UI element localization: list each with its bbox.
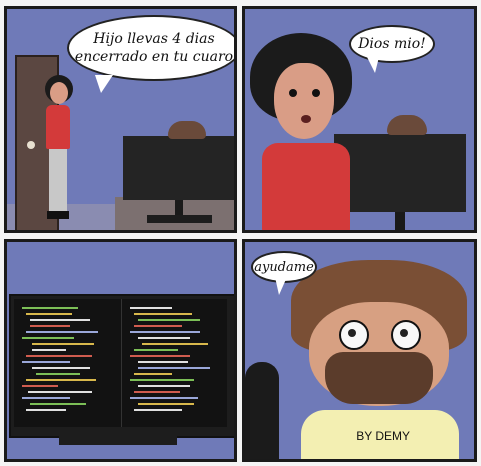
code-line (138, 385, 190, 387)
monitor-stand (175, 200, 183, 215)
mother-eye-left (289, 89, 297, 97)
code-line (26, 379, 96, 381)
son-hair-peek (387, 115, 427, 135)
code-line (22, 397, 70, 399)
code-line (130, 331, 200, 333)
code-line (134, 409, 182, 411)
door-handle (27, 141, 35, 149)
code-line (32, 343, 94, 345)
code-editor-screen (14, 299, 227, 427)
panel-1: Hijo llevas 4 dias encerrado en tu cuaro (4, 6, 237, 233)
code-line (138, 361, 188, 363)
mother-shirt (262, 143, 350, 230)
code-line (134, 349, 178, 351)
code-line (28, 391, 92, 393)
code-line (134, 325, 182, 327)
mother-face (274, 63, 334, 139)
comic-page: Hijo llevas 4 dias encerrado en tu cuaro… (0, 0, 481, 466)
speech-bubble-4-tail (275, 277, 287, 295)
code-line (130, 355, 190, 357)
code-line (130, 307, 172, 309)
keyboard (147, 215, 212, 223)
mother-mouth (301, 115, 311, 123)
mother (41, 75, 77, 225)
code-line (22, 361, 70, 363)
mother-face (50, 82, 68, 104)
code-line (134, 391, 180, 393)
speech-bubble-1-tail (95, 75, 113, 93)
code-line (22, 337, 74, 339)
code-line (30, 403, 86, 405)
code-line (30, 319, 90, 321)
code-line (36, 373, 80, 375)
code-line (138, 337, 190, 339)
son-hair-peek (168, 121, 206, 139)
code-line (142, 343, 208, 345)
speech-bubble-2: Dios mio! (349, 25, 435, 63)
code-line (22, 385, 58, 387)
code-line (26, 331, 98, 333)
code-line (26, 313, 72, 315)
mother-eye-right (312, 89, 320, 97)
monitor-stand (59, 436, 177, 445)
son-beard (325, 352, 433, 404)
mother-shoes (47, 211, 69, 219)
speech-bubble-2-tail (367, 57, 379, 73)
code-line (22, 307, 78, 309)
code-line (26, 409, 66, 411)
panel-3 (4, 239, 237, 462)
code-line (130, 397, 198, 399)
code-line (130, 379, 194, 381)
son-pupil-right (400, 329, 408, 337)
code-line (32, 367, 90, 369)
code-line (134, 313, 192, 315)
panel-4: ayudame BY DEMY (242, 239, 477, 462)
code-line (26, 355, 92, 357)
monitor-stand (395, 212, 405, 230)
monitor (123, 136, 234, 200)
mother-hand (245, 362, 279, 459)
panel-2: Dios mio! (242, 6, 477, 233)
credit-text: BY DEMY (356, 429, 410, 443)
mother-shirt (46, 105, 70, 149)
code-line (138, 403, 194, 405)
code-line (134, 373, 172, 375)
mother (245, 33, 357, 230)
code-line (30, 325, 70, 327)
code-line (32, 349, 66, 351)
mother-legs (49, 149, 67, 211)
code-line (138, 319, 200, 321)
speech-bubble-1: Hijo llevas 4 dias encerrado en tu cuaro (67, 15, 234, 81)
son-pupil-left (348, 329, 356, 337)
code-line (138, 367, 210, 369)
